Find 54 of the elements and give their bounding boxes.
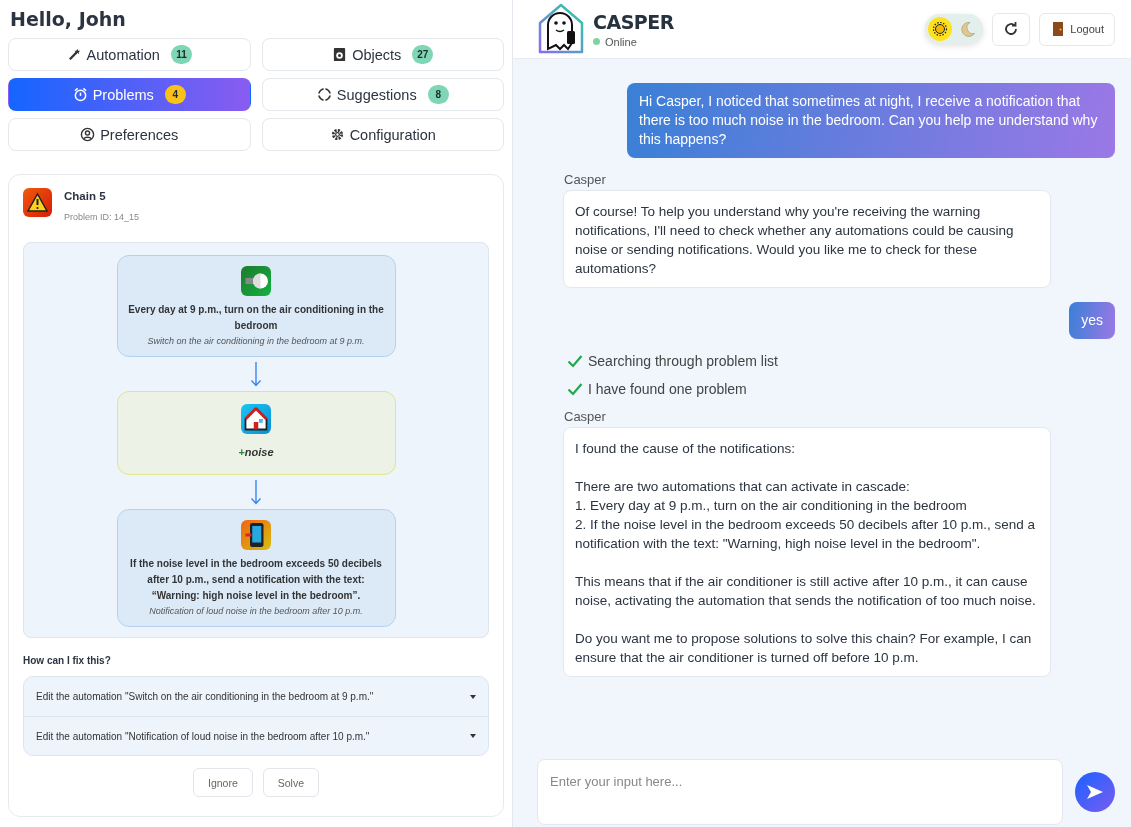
user-message: yes (1069, 302, 1115, 339)
count-badge: 27 (412, 45, 434, 64)
node-icon (241, 266, 271, 296)
nav-icon (329, 127, 345, 142)
nav-tab[interactable]: Preferences (8, 118, 251, 151)
automation-text: If the noise level in the bedroom exceeds 50 decibels after 10 p.m., send a notification with the text: “Warning: high noise level in the bedroom”. (129, 557, 383, 603)
automation-name: Switch on the air conditioning in the bedroom at 9 p.m. (147, 336, 365, 346)
fix-option[interactable]: Edit the automation "Notification of loud noise in the bedroom after 10 p.m." (24, 716, 488, 755)
fix-option[interactable]: Edit the automation "Switch on the air conditioning in the bedroom at 9 p.m." (24, 677, 488, 716)
theme-toggle[interactable] (925, 14, 984, 44)
message-input[interactable]: Enter your input here... (537, 759, 1063, 825)
bot-message: Of course! To help you understand why you're receiving the warning notifications, I'll need to check whether any automations could be causing noise or sending notifications. Would you like me to check for these automations? (563, 190, 1051, 288)
app-name: CASPER (593, 10, 674, 33)
sun-icon[interactable] (928, 17, 953, 41)
nav-icon (316, 87, 332, 102)
nav-icon (66, 47, 82, 62)
problem-title: Chain 5 (64, 190, 107, 202)
status-text: Online (605, 35, 637, 48)
sender-name: Casper (564, 172, 607, 187)
automation-text: Every day at 9 p.m., turn on the air conditioning in the bedroom (127, 303, 385, 333)
count-badge: 8 (427, 85, 449, 104)
action-button[interactable]: Ignore (192, 768, 253, 797)
refresh-button[interactable] (992, 12, 1031, 46)
nav-tab[interactable]: Suggestions 8 (261, 78, 504, 111)
logout-button[interactable]: Logout (1039, 12, 1115, 46)
state-text: +noise (238, 446, 274, 458)
greeting: Hello, John (10, 8, 127, 30)
step-text: Searching through problem list (588, 353, 778, 369)
nav-icon (332, 47, 348, 62)
user-message: Hi Casper, I noticed that sometimes at night, I receive a notification that there is too much noise in the bedroom. Can you help me understand why this happens? (627, 83, 1115, 158)
problem-id: Problem ID: 14_15 (64, 212, 140, 222)
ghost-logo (537, 3, 585, 55)
node-icon (241, 404, 271, 434)
nav-icon (72, 87, 88, 102)
bot-message: I found the cause of the notifications: There are two automations that can activate in cascade: 1. Every day at 9 p.m., turn on the air conditioning in the bedroom 2. If the noise level in the bedroom exceeds 50 decibels after 10 p.m., send a notification with the text: "Warning, high noise level in the bedroom". This means that if the air conditioner is still active after 10 p.m., it can cause noise, activating the automation that sends the notification of too much noise. Do you want me to propose solutions to solve this chain? For example, I can ensure that the air conditioner is turned off before 10 p.m. (563, 427, 1051, 677)
arrow-icon (250, 479, 262, 505)
count-badge: 4 (164, 85, 186, 104)
nav-tab[interactable]: Problems 4 (8, 78, 251, 111)
automation-name: Notification of loud noise in the bedroom after 10 p.m. (149, 606, 363, 616)
nav-icon (80, 127, 96, 142)
nav-tab[interactable]: Objects 27 (261, 38, 504, 71)
refresh-icon (1003, 21, 1020, 37)
send-button[interactable] (1075, 772, 1115, 812)
fix-heading: How can I fix this? (23, 655, 112, 666)
nav-tab[interactable]: Configuration (261, 118, 504, 151)
send-icon (1086, 783, 1104, 801)
action-button[interactable]: Solve (262, 768, 319, 797)
node-icon (241, 520, 271, 550)
step-text: I have found one problem (588, 381, 747, 397)
nav-tab[interactable]: Automation 11 (8, 38, 251, 71)
sender-name: Casper (564, 409, 607, 424)
arrow-icon (250, 361, 262, 387)
count-badge: 11 (170, 45, 192, 64)
warning-icon (23, 188, 52, 217)
